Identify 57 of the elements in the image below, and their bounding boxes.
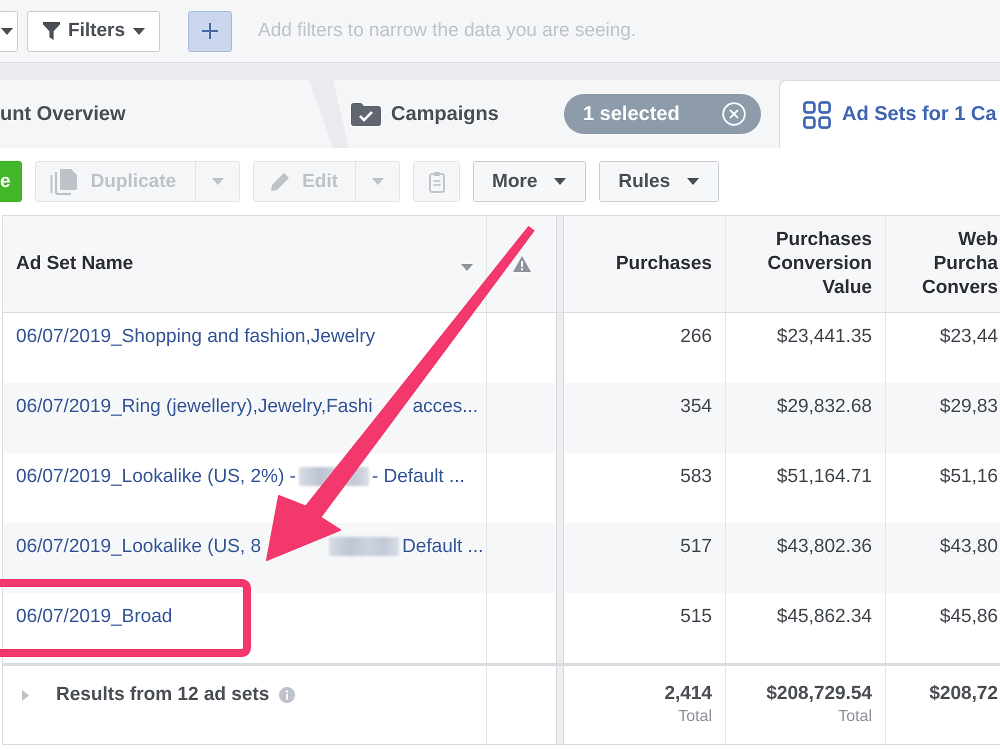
- metric-value: 583: [680, 466, 712, 487]
- ad-set-link[interactable]: 06/07/2019_Ring (jewellery),Jewelry,Fashi acces...: [16, 397, 478, 417]
- metric-value: 354: [680, 396, 712, 417]
- caret-icon: [372, 178, 384, 185]
- warning-icon: [512, 256, 530, 272]
- column-header[interactable]: Purchases: [616, 252, 712, 276]
- filters-button[interactable]: Filters: [27, 10, 160, 52]
- ad-set-link[interactable]: 06/07/2019_Shopping and fashion,Jewelry: [16, 327, 376, 347]
- metric-value: $43,80: [940, 536, 998, 557]
- total-value: 2,414: [664, 683, 712, 705]
- plus-icon: [202, 23, 218, 39]
- grid-icon: [803, 100, 831, 128]
- column-header[interactable]: Web Purcha Convers: [922, 228, 998, 300]
- menu-button[interactable]: More: [473, 161, 586, 202]
- metric-value: $29,83: [940, 396, 998, 417]
- column-header[interactable]: Ad Set Name: [16, 252, 134, 276]
- tab[interactable]: unt Overview: [0, 80, 333, 148]
- menu-button[interactable]: Rules: [599, 161, 720, 202]
- metric-value: $23,441.35: [776, 326, 872, 347]
- metric-value: $45,862.34: [776, 606, 872, 627]
- ad-set-link[interactable]: 06/07/2019_Lookalike (US, 8 Default ...: [16, 537, 484, 557]
- caret-icon: [133, 28, 146, 34]
- metric-value: $23,44: [940, 326, 998, 347]
- metric-value: $43,802.36: [776, 536, 872, 557]
- summary-label: Results from 12 ad sets: [56, 684, 270, 706]
- duplicate-icon: [48, 168, 79, 196]
- caret-icon: [687, 178, 700, 185]
- column-header[interactable]: Purchases Conversion Value: [767, 228, 872, 300]
- metric-value: 266: [680, 326, 712, 347]
- caret-icon[interactable]: [461, 264, 473, 270]
- metric-value: 515: [680, 606, 712, 627]
- metric-value: $29,832.68: [776, 396, 872, 417]
- add-filter-button[interactable]: [188, 10, 232, 52]
- total-caption: Total: [678, 707, 712, 727]
- dropdown-button[interactable]: [0, 10, 18, 52]
- metric-value: $51,16: [940, 466, 998, 487]
- metric-value: $45,86: [940, 606, 998, 627]
- filter-icon: [43, 22, 60, 40]
- expand-icon[interactable]: [22, 690, 29, 701]
- tab[interactable]: Ad Sets for 1 Ca: [779, 80, 1000, 148]
- caret-icon: [212, 178, 224, 185]
- total-value: $208,72: [929, 683, 998, 705]
- metric-value: 517: [680, 536, 712, 557]
- caret-icon: [1, 28, 13, 34]
- close-icon[interactable]: [722, 102, 746, 126]
- total-caption: Total: [838, 707, 872, 727]
- info-icon: [279, 687, 296, 703]
- clipboard-icon: [428, 170, 444, 192]
- tab[interactable]: Campaigns 1 selected: [333, 80, 779, 148]
- ad-set-link[interactable]: 06/07/2019_Broad: [16, 607, 172, 627]
- pencil-icon: [270, 172, 290, 192]
- caret-icon: [554, 178, 566, 185]
- total-value: $208,729.54: [766, 683, 872, 705]
- metric-value: $51,164.71: [776, 466, 872, 487]
- folder-check-icon: [351, 102, 381, 126]
- table-row[interactable]: 06/07/2019_Ring (jewellery),Jewelry,Fashi acces... 354 $29,832.68 $29,83: [3, 383, 1000, 453]
- table-row[interactable]: 06/07/2019_Lookalike (US, 8 Default ... 517 $43,802.36 $43,80: [3, 523, 1000, 593]
